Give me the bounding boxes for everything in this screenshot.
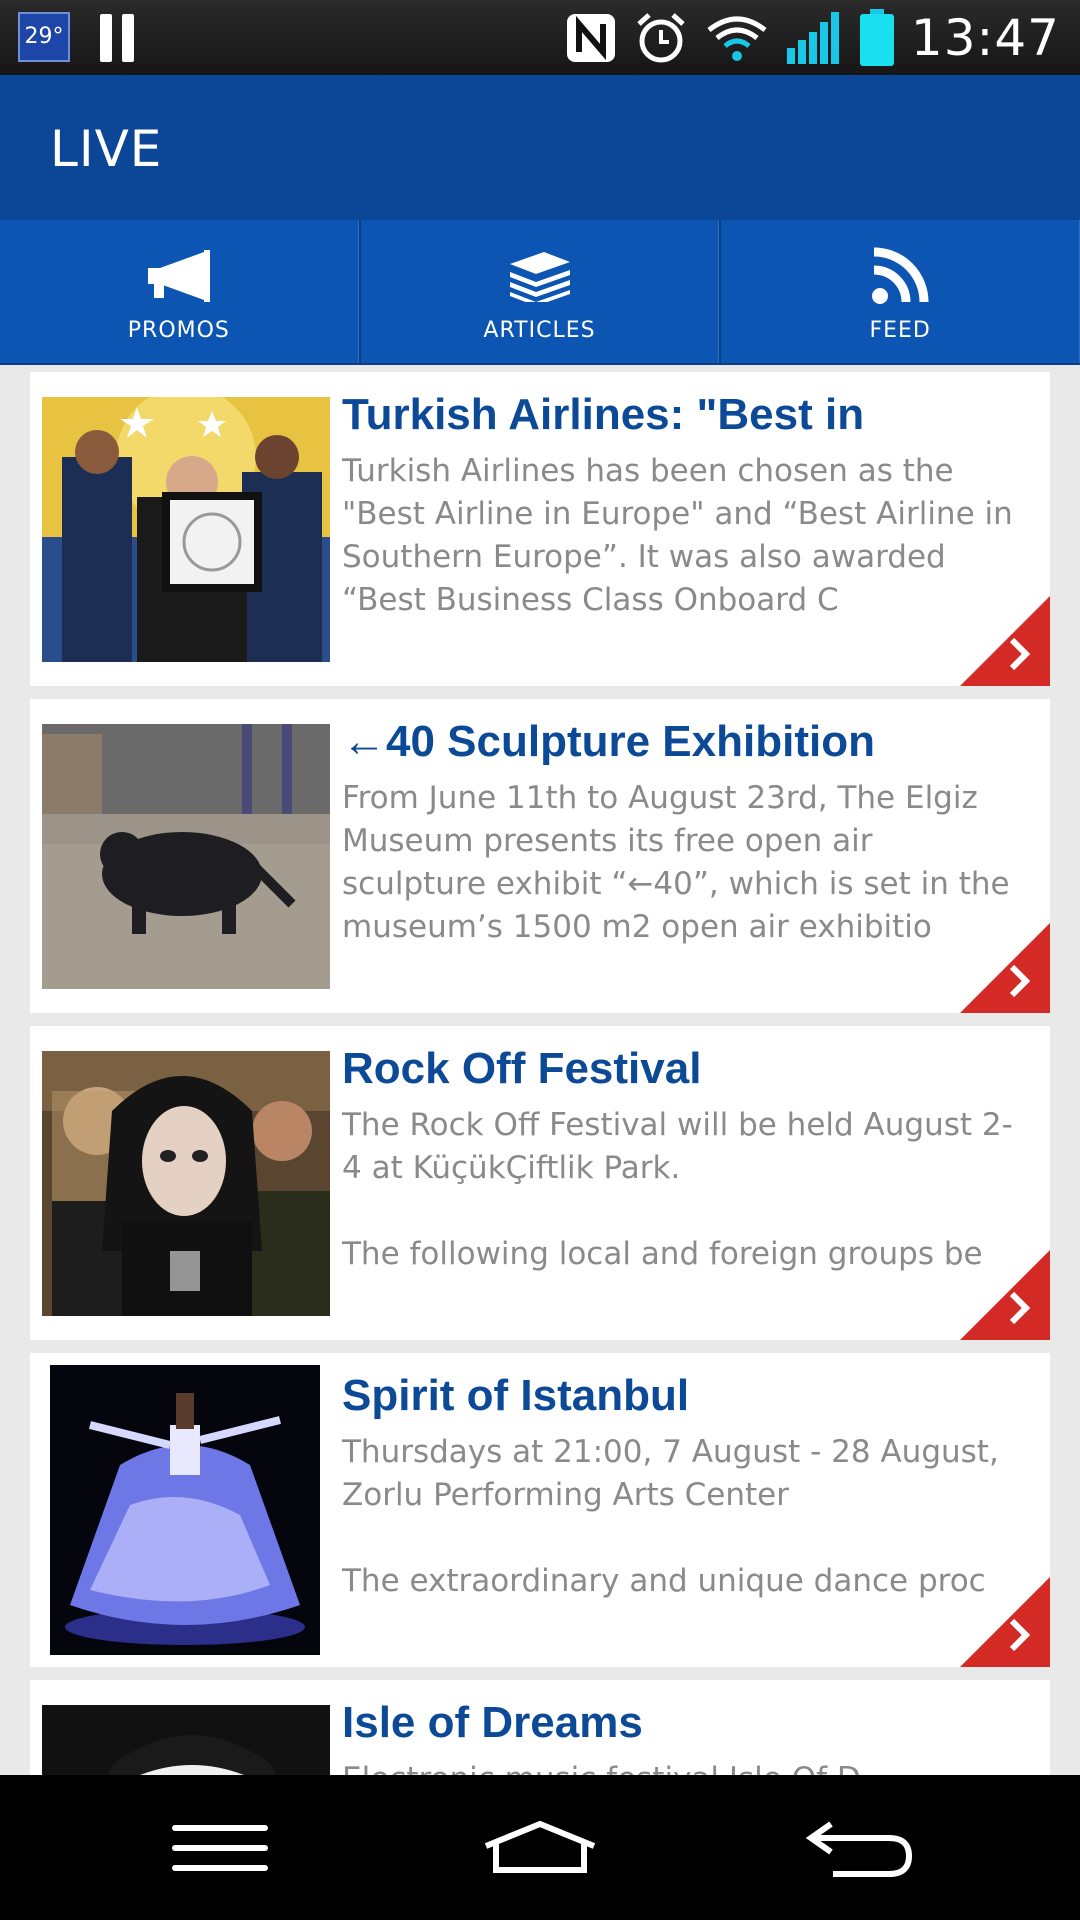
card-title: Rock Off Festival	[342, 1044, 702, 1093]
clock: 13:47	[910, 8, 1060, 67]
wifi-icon	[705, 12, 769, 64]
card-description: Turkish Airlines has been chosen as the …	[342, 453, 1013, 618]
feed-card[interactable]: Rock Off Festival The Rock Off Festival …	[30, 1026, 1050, 1340]
tab-bar: PROMOS ARTICLES FEED	[0, 220, 1080, 365]
feed-card[interactable]: Spirit of Istanbul Thursdays at 21:00, 7…	[30, 1353, 1050, 1667]
tab-feed[interactable]: FEED	[719, 220, 1080, 363]
card-description: Electronic music festival Isle Of D	[342, 1758, 1022, 1775]
feed-card[interactable]: Turkish Airlines: "Best in Turkish Airli…	[30, 372, 1050, 686]
chevron-right-icon[interactable]	[960, 1250, 1050, 1340]
feed-card[interactable]: ←40 Sculpture Exhibition From June 11th …	[30, 699, 1050, 1013]
feed-list[interactable]: Turkish Airlines: "Best in Turkish Airli…	[30, 372, 1050, 1775]
feed-card[interactable]: Isle of Dreams Electronic music festival…	[30, 1680, 1050, 1775]
band-photo	[42, 1051, 330, 1316]
alarm-icon	[633, 10, 689, 66]
portrait-photo	[42, 1705, 330, 1775]
card-title: Spirit of Istanbul	[342, 1371, 690, 1420]
tab-promos[interactable]: PROMOS	[0, 220, 359, 363]
dervish-photo	[50, 1365, 320, 1655]
tab-label: ARTICLES	[483, 318, 596, 343]
chevron-right-icon[interactable]	[960, 1577, 1050, 1667]
status-bar: 29° 13:47	[0, 0, 1080, 75]
card-description: Thursdays at 21:00, 7 August - 28 August…	[342, 1434, 999, 1599]
pause-icon	[100, 14, 136, 62]
signal-icon	[785, 10, 843, 66]
weather-temp: 29°	[24, 24, 64, 49]
tab-label: PROMOS	[127, 318, 230, 343]
card-description: From June 11th to August 23rd, The Elgiz…	[342, 780, 1010, 945]
award-photo	[42, 397, 330, 662]
menu-button[interactable]	[120, 1775, 320, 1920]
home-button[interactable]	[440, 1775, 640, 1920]
back-icon	[805, 1821, 913, 1877]
card-title: Turkish Airlines: "Best in	[342, 390, 865, 439]
tab-articles[interactable]: ARTICLES	[358, 220, 720, 363]
rss-icon	[865, 246, 935, 306]
battery-icon	[859, 8, 895, 67]
page-title: LIVE	[50, 120, 163, 178]
card-title: Isle of Dreams	[342, 1698, 643, 1747]
sculpture-photo	[42, 724, 330, 989]
chevron-right-icon[interactable]	[960, 596, 1050, 686]
card-description: The Rock Off Festival will be held Augus…	[342, 1107, 1013, 1272]
system-nav-bar	[0, 1775, 1080, 1920]
menu-icon	[172, 1824, 268, 1871]
weather-icon: 29°	[18, 12, 70, 62]
tab-label: FEED	[869, 318, 931, 343]
nfc-icon	[565, 12, 617, 64]
card-title: ←40 Sculpture Exhibition	[342, 717, 875, 766]
megaphone-icon	[144, 246, 214, 306]
app-bar: LIVE	[0, 75, 1080, 220]
back-button[interactable]	[760, 1775, 960, 1920]
stack-icon	[505, 246, 575, 306]
chevron-right-icon[interactable]	[960, 923, 1050, 1013]
home-icon	[484, 1820, 596, 1873]
